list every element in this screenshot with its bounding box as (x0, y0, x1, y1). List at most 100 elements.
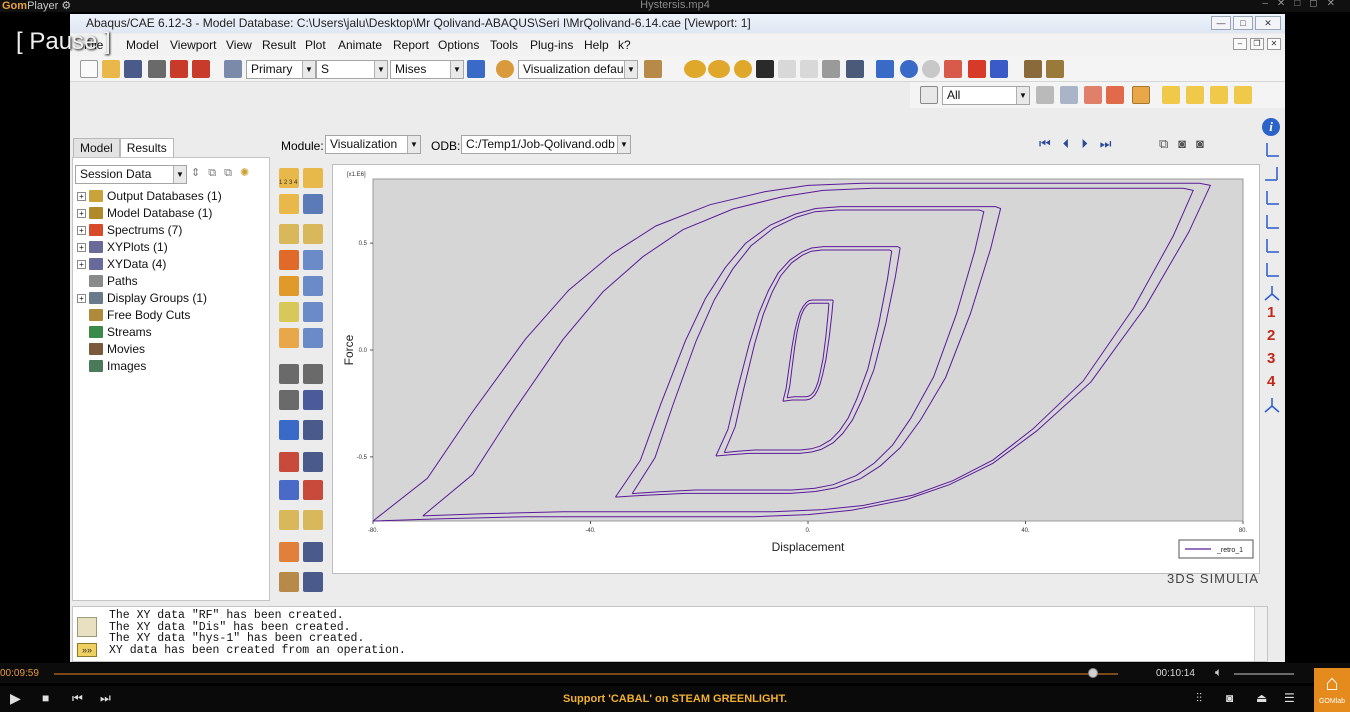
menu-tools[interactable]: Tools (490, 38, 518, 52)
contour-plot-icon[interactable] (279, 250, 299, 270)
tree-filter-icon[interactable]: ⇕⧉⧉✺ (191, 166, 257, 180)
select-solid-icon[interactable] (1132, 86, 1150, 104)
database-stack-icon[interactable] (192, 60, 210, 78)
intersect-circles-icon[interactable] (684, 60, 706, 78)
menu-context-help[interactable]: k? (618, 38, 631, 52)
menu-plugins[interactable]: Plug-ins (530, 38, 573, 52)
auto-fit-icon[interactable] (968, 60, 986, 78)
menu-result[interactable]: Result (262, 38, 296, 52)
view-1-button[interactable]: 1 (1267, 304, 1275, 321)
last-frame-icon[interactable]: ⏭ (1100, 136, 1124, 151)
animate-harmonic-icon[interactable] (279, 390, 299, 410)
axis-iso-icon[interactable] (1263, 284, 1281, 302)
path-icon[interactable] (279, 480, 299, 500)
menu-icon[interactable]: ☰ (1284, 691, 1295, 705)
union-circles-icon[interactable] (708, 60, 730, 78)
multiple-options-icon[interactable] (303, 328, 323, 348)
free-body-manager-icon[interactable] (303, 542, 323, 562)
message-icon[interactable] (77, 617, 97, 637)
tree-item[interactable]: Streams (77, 324, 152, 340)
redo-icon[interactable] (800, 60, 818, 78)
step-frame-icon[interactable] (224, 60, 242, 78)
expand-toggle-icon[interactable] (77, 343, 86, 352)
view-3-button[interactable]: 3 (1267, 350, 1275, 367)
expand-toggle-icon[interactable]: + (77, 260, 86, 269)
select-layers-icon[interactable] (1036, 86, 1054, 104)
select-points-icon[interactable] (1106, 86, 1124, 104)
tab-results[interactable]: Results (119, 138, 174, 158)
tree-item[interactable]: Images (77, 358, 146, 374)
viewport[interactable]: 0.5 0.0 -0.5 -80. -40. 0. 40. 80. [x1.E6] Disp… (332, 164, 1260, 586)
tree-item[interactable]: Free Body Cuts (77, 307, 190, 323)
save-icon[interactable] (124, 60, 142, 78)
previous-frame-icon[interactable]: ⏴ (1063, 136, 1082, 151)
view-2-button[interactable]: 2 (1267, 327, 1275, 344)
drag-shape-icon[interactable] (1084, 86, 1102, 104)
seek-track[interactable] (54, 673, 1118, 675)
camera-alt-icon[interactable]: ◙ (1196, 136, 1214, 151)
view-manager-icon[interactable] (846, 60, 864, 78)
expand-toggle-icon[interactable]: + (77, 226, 86, 235)
query-arrow-icon[interactable] (756, 60, 774, 78)
orientation-options-icon[interactable] (303, 302, 323, 322)
session-data-select[interactable]: Session Data ▼ (75, 165, 187, 184)
seek-bar[interactable]: 00:09:59 00:10:14 🔈︎ (0, 663, 1350, 683)
primary-select[interactable]: Primary ▼ (246, 60, 316, 79)
circle-icon[interactable] (734, 60, 752, 78)
equalizer-icon[interactable]: ⫶⫶ (1196, 691, 1202, 706)
axis-triad-icon[interactable] (1263, 396, 1281, 414)
python-prompt-icon[interactable]: »» (77, 643, 97, 657)
eject-icon[interactable]: ⏏ (1256, 691, 1267, 705)
camera-icon[interactable]: ◙ (1178, 136, 1196, 151)
deformed-shape-icon[interactable] (303, 168, 323, 188)
expand-toggle-icon[interactable] (77, 326, 86, 335)
symbol-options-icon[interactable] (303, 276, 323, 296)
cube-top-icon[interactable] (1210, 86, 1228, 104)
cube-front-icon[interactable] (1162, 86, 1180, 104)
volume-slider[interactable] (1234, 673, 1294, 675)
info-icon[interactable]: i (1262, 118, 1280, 136)
tree-item[interactable]: Movies (77, 341, 145, 357)
player-window-controls[interactable]: ‒✕□◻✕ (1262, 0, 1344, 9)
stream-icon[interactable] (279, 510, 299, 530)
database-icon[interactable] (170, 60, 188, 78)
undo-icon[interactable] (778, 60, 796, 78)
tab-model[interactable]: Model (73, 138, 120, 158)
plot-deformed-icon[interactable] (303, 224, 323, 244)
animate-scale-icon[interactable] (303, 364, 323, 384)
frame-navigation[interactable]: ⏮⏴⏵⏭ (1039, 136, 1123, 152)
animate-time-icon[interactable] (279, 364, 299, 384)
plot-undeformed-icon[interactable] (279, 224, 299, 244)
free-body-icon[interactable] (279, 542, 299, 562)
menu-animate[interactable]: Animate (338, 38, 382, 52)
tree-item[interactable]: + Model Database (1) (77, 205, 212, 221)
menu-viewport[interactable]: Viewport (170, 38, 216, 52)
message-scrollbar[interactable] (1254, 607, 1267, 661)
odb-select[interactable]: C:/Temp1/Job-Qolivand.odb ▼ (461, 135, 631, 154)
mdi-close-button[interactable]: ✕ (1267, 38, 1281, 50)
open-folder-icon[interactable] (102, 60, 120, 78)
xy-data-manager-icon[interactable] (303, 452, 323, 472)
print-icon[interactable] (148, 60, 166, 78)
menu-report[interactable]: Report (393, 38, 429, 52)
contour-options-icon[interactable] (303, 250, 323, 270)
expand-toggle-icon[interactable]: + (77, 243, 86, 252)
variable-select[interactable]: S ▼ (316, 60, 388, 79)
axis-zz-icon[interactable] (1263, 260, 1281, 278)
box-zoom-icon[interactable] (944, 60, 962, 78)
pan-icon[interactable] (876, 60, 894, 78)
axis-xy-icon[interactable] (1263, 140, 1281, 158)
expand-toggle-icon[interactable]: + (77, 192, 86, 201)
close-button[interactable]: ✕ (1255, 16, 1281, 30)
undeformed-shape-icon[interactable] (279, 194, 299, 214)
invariant-select[interactable]: Mises ▼ (390, 60, 464, 79)
zoom-icon[interactable] (922, 60, 940, 78)
mdi-minimize-button[interactable]: – (1233, 38, 1247, 50)
cube-iso-icon[interactable] (1234, 86, 1252, 104)
multiple-plot-icon[interactable] (279, 328, 299, 348)
promo-banner[interactable]: Support 'CABAL' on STEAM GREENLIGHT. (0, 693, 1350, 705)
minimize-button[interactable]: — (1211, 16, 1231, 30)
gomlab-button[interactable]: ⌂ GOMlab (1314, 668, 1350, 712)
symbol-plot-icon[interactable] (279, 276, 299, 296)
rotate-icon[interactable] (900, 60, 918, 78)
